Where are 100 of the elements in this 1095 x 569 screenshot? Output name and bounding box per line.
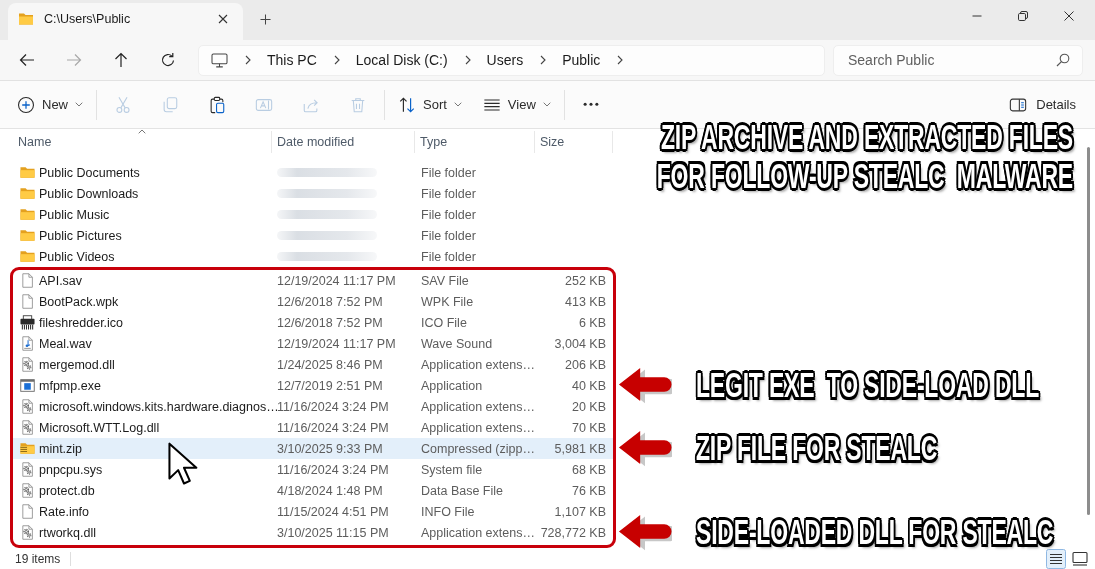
date-modified: 12/6/2018 7:52 PM <box>277 315 383 330</box>
shredder-icon <box>20 315 35 330</box>
arrow-up-icon[interactable] <box>113 52 129 68</box>
details-button[interactable]: Details <box>1004 88 1081 121</box>
column-header[interactable]: Type <box>415 131 535 153</box>
details-view-icon[interactable] <box>1046 549 1066 569</box>
folder-icon <box>20 186 35 201</box>
annotation-text: LEGIT EXE TO SIDE-LOAD DLL <box>696 367 1040 404</box>
file-type: File folder <box>421 186 476 201</box>
file-name: Meal.wav <box>39 336 92 351</box>
refresh-icon[interactable] <box>160 52 176 68</box>
chevron-down-icon <box>542 102 551 107</box>
mouse-pointer-icon <box>168 442 200 486</box>
chevron-down-icon <box>453 102 462 107</box>
folder-icon <box>20 165 35 180</box>
file-row[interactable]: Meal.wav 12/19/2024 11:17 PM Wave Sound 3,004 KB <box>13 333 613 354</box>
file-row[interactable]: Public Videos File folder <box>13 246 613 267</box>
file-size: 3,004 KB <box>554 336 606 351</box>
tab[interactable]: C:\Users\Public <box>8 3 243 40</box>
file-name: fileshredder.ico <box>39 315 124 330</box>
file-name: Public Videos <box>39 249 115 264</box>
file-row[interactable]: Rate.info 11/15/2024 4:51 PM INFO File 1,107 KB <box>13 501 613 522</box>
view-button[interactable]: View <box>477 88 556 121</box>
file-row[interactable]: protect.db 4/18/2024 1:48 PM Data Base File 76 KB <box>13 480 613 501</box>
file-name: Public Documents <box>39 165 140 180</box>
chevron-right-icon[interactable] <box>617 55 624 65</box>
column-header[interactable]: Size <box>535 131 613 153</box>
file-row[interactable]: mergemod.dll 1/24/2025 8:46 PM Application extens… 206 KB <box>13 354 613 375</box>
item-count: 19 items <box>15 552 61 566</box>
gear-file-icon <box>20 525 35 540</box>
file-row[interactable]: API.sav 12/19/2024 11:17 PM SAV File 252 KB <box>13 270 613 291</box>
folder-icon <box>20 228 35 243</box>
chevron-right-icon[interactable] <box>540 55 547 65</box>
file-name: mergemod.dll <box>39 357 115 372</box>
file-type: File folder <box>421 165 476 180</box>
file-type: Application extens… <box>421 357 535 372</box>
scrollbar-thumb[interactable] <box>1086 147 1090 515</box>
folder-icon <box>20 249 35 264</box>
restore-icon[interactable] <box>1018 11 1028 21</box>
file-row[interactable]: Public Downloads File folder <box>13 183 613 204</box>
app-window-icon <box>20 378 35 393</box>
tiles-view-icon[interactable] <box>1070 549 1090 569</box>
file-name: microsoft.windows.kits.hardware.diagnos… <box>39 399 279 414</box>
file-type: Data Base File <box>421 483 503 498</box>
file-size: 252 KB <box>565 273 606 288</box>
arrow-left-icon[interactable] <box>19 52 35 68</box>
file-size: 76 KB <box>571 483 606 498</box>
date-modified: 12/7/2019 2:51 PM <box>277 378 383 393</box>
gear-file-icon <box>20 462 35 477</box>
file-row[interactable]: fileshredder.ico 12/6/2018 7:52 PM ICO File 6 KB <box>13 312 613 333</box>
file-row[interactable]: Public Pictures File folder <box>13 225 613 246</box>
file-type: Wave Sound <box>421 336 493 351</box>
file-size: 206 KB <box>565 357 606 372</box>
breadcrumb-item[interactable]: Local Disk (C:) <box>355 52 448 68</box>
plus-icon[interactable] <box>260 14 271 25</box>
file-name: rtworkq.dll <box>39 525 96 540</box>
close-icon[interactable] <box>218 14 228 24</box>
monitor-icon[interactable] <box>211 52 228 68</box>
file-name: Public Pictures <box>39 228 122 243</box>
new-button[interactable]: New <box>12 88 88 121</box>
column-header[interactable]: Date modified <box>272 131 415 153</box>
left-arrow-icon <box>618 514 672 551</box>
search-field[interactable]: Search Public <box>833 44 1083 76</box>
file-size: 728,772 KB <box>540 525 606 540</box>
file-row[interactable]: BootPack.wpk 12/6/2018 7:52 PM WPK File 413 KB <box>13 291 613 312</box>
date-modified: 3/10/2025 9:33 PM <box>277 441 383 456</box>
sort-button[interactable]: Sort <box>393 88 467 121</box>
file-type: Application extens… <box>421 399 535 414</box>
file-row[interactable]: microsoft.windows.kits.hardware.diagnos…11/16/2024 3:24 PM Application extens… 20 KB <box>13 396 613 417</box>
file-type: Application <box>421 378 483 393</box>
breadcrumb-item[interactable]: Public <box>562 52 601 68</box>
chevron-right-icon[interactable] <box>245 55 251 65</box>
close-icon[interactable] <box>1064 11 1074 21</box>
gear-file-icon <box>20 357 35 372</box>
chevron-right-icon[interactable] <box>464 55 471 65</box>
zip-folder-icon <box>20 441 35 456</box>
annotation-text: SIDE-LOADED DLL FOR STEALC <box>696 514 1054 551</box>
blank-file-icon <box>20 273 35 288</box>
gear-file-icon <box>20 483 35 498</box>
file-name: Public Music <box>39 207 110 222</box>
address-bar[interactable]: This PC Local Disk (C:) Users Public <box>198 44 825 76</box>
file-row[interactable]: Public Documents File folder <box>13 162 613 183</box>
date-modified: 4/18/2024 1:48 PM <box>277 483 383 498</box>
date-modified: 12/19/2024 11:17 PM <box>277 336 396 351</box>
search-icon[interactable] <box>1056 52 1070 67</box>
date-modified: 11/15/2024 4:51 PM <box>277 504 389 519</box>
date-modified: 12/19/2024 11:17 PM <box>277 273 396 288</box>
left-arrow-icon <box>618 367 672 404</box>
file-type: File folder <box>421 228 476 243</box>
breadcrumb-item[interactable]: Users <box>486 52 524 68</box>
chevron-right-icon[interactable] <box>333 55 340 65</box>
file-row[interactable]: Public Music File folder <box>13 204 613 225</box>
file-size: 6 KB <box>578 315 606 330</box>
file-type: File folder <box>421 249 476 264</box>
column-header[interactable]: Name <box>13 131 272 153</box>
breadcrumb-item[interactable]: This PC <box>267 52 317 68</box>
gear-file-icon <box>20 420 35 435</box>
file-type: File folder <box>421 207 476 222</box>
file-name: BootPack.wpk <box>39 294 119 309</box>
file-name: protect.db <box>39 483 95 498</box>
